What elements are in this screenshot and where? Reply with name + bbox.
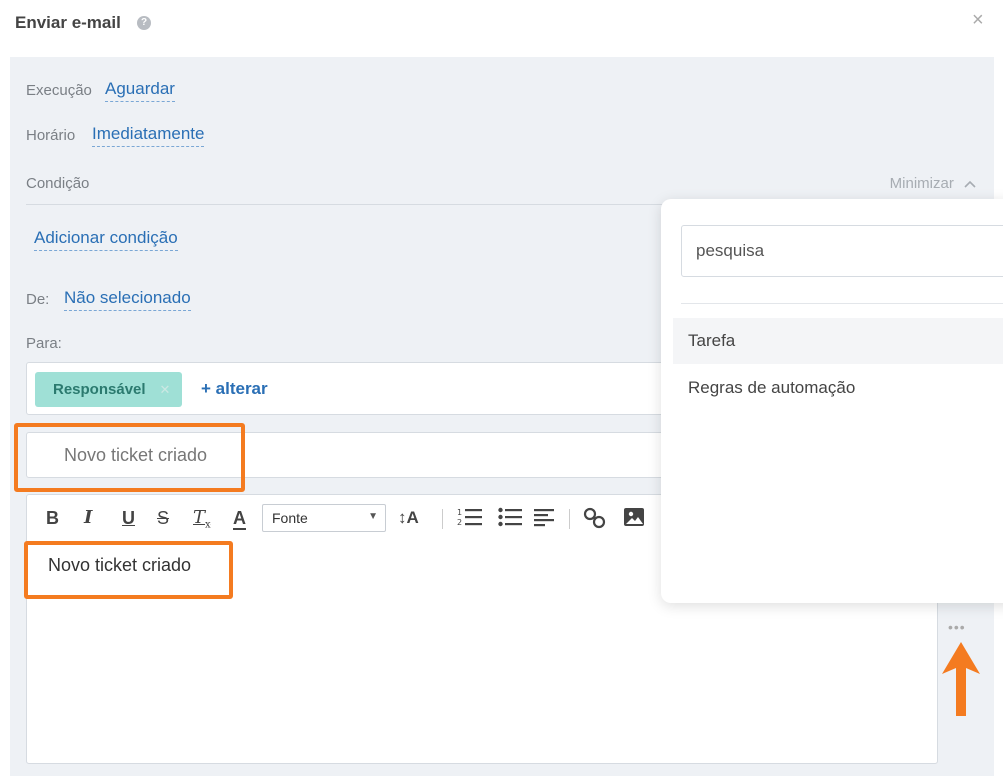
font-select[interactable]: Fonte ▼ — [262, 504, 386, 532]
dialog-header: Enviar e-mail ? × — [0, 0, 1003, 50]
italic-button[interactable]: I — [84, 507, 92, 529]
close-icon[interactable]: × — [972, 10, 984, 30]
chip-remove-icon[interactable]: ✕ — [160, 382, 171, 398]
link-icon[interactable] — [583, 507, 607, 534]
chevron-down-icon: ▼ — [368, 511, 378, 522]
add-condition-link[interactable]: Adicionar condição — [34, 228, 178, 251]
para-label: Para: — [26, 335, 62, 352]
bold-button[interactable]: B — [46, 507, 59, 529]
image-icon[interactable] — [623, 507, 645, 532]
minimize-button[interactable]: Minimizar — [890, 175, 976, 192]
highlight-subject — [14, 423, 245, 492]
dropdown-divider — [681, 303, 1003, 304]
de-label: De: — [26, 291, 50, 308]
execucao-link[interactable]: Aguardar — [105, 79, 175, 102]
recipient-chip-label: Responsável — [53, 381, 146, 398]
clear-format-label: T — [193, 507, 206, 528]
dropdown-search-input[interactable] — [681, 225, 1003, 277]
clear-format-button[interactable]: Tx — [193, 507, 211, 537]
horario-label: Horário — [26, 127, 76, 144]
strikethrough-button[interactable]: S — [157, 507, 169, 529]
dropdown-item-regras[interactable]: Regras de automação — [673, 365, 1003, 411]
question-circle-icon[interactable]: ? — [137, 16, 151, 30]
font-color-button[interactable]: A — [233, 507, 246, 530]
de-link[interactable]: Não selecionado — [64, 288, 191, 311]
ordered-list-icon[interactable]: 1 2 — [457, 507, 483, 532]
font-select-label: Fonte — [272, 510, 308, 526]
execucao-label: Execução — [26, 82, 92, 99]
svg-text:2: 2 — [457, 518, 462, 527]
bullet-list-icon[interactable] — [498, 507, 522, 532]
font-color-label: A — [233, 508, 246, 530]
dropdown-item-tarefa[interactable]: Tarefa — [673, 318, 1003, 364]
font-size-button[interactable]: ↕A — [398, 507, 419, 529]
more-dots-icon[interactable]: ••• — [948, 619, 966, 635]
chevron-up-icon — [964, 180, 976, 188]
svg-text:1: 1 — [457, 508, 462, 517]
underline-button[interactable]: U — [122, 507, 135, 529]
align-left-icon[interactable] — [534, 507, 556, 532]
minimize-label: Minimizar — [889, 175, 954, 192]
variables-dropdown: Tarefa Regras de automação — [661, 199, 1003, 603]
toolbar-separator — [442, 509, 443, 529]
toolbar-separator — [569, 509, 570, 529]
condicao-label: Condição — [26, 175, 90, 192]
recipient-chip: Responsável ✕ — [35, 372, 183, 407]
alterar-button[interactable]: + alterar — [201, 379, 268, 399]
horario-link[interactable]: Imediatamente — [92, 124, 205, 147]
dialog-title: Enviar e-mail — [15, 13, 121, 32]
arrow-up-icon — [942, 642, 980, 716]
highlight-body — [24, 541, 233, 599]
